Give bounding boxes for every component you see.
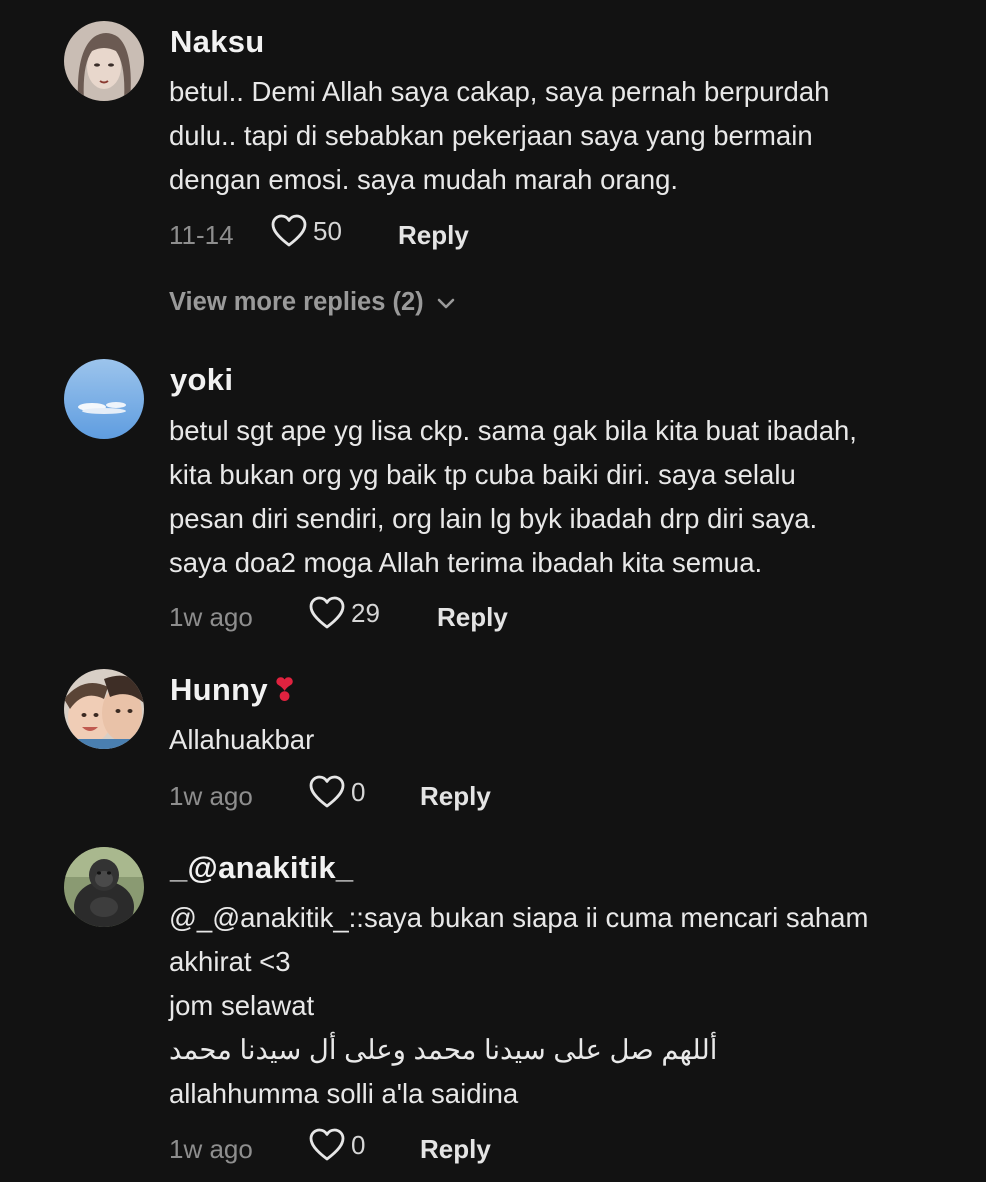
comment-date: 1w ago: [169, 1134, 253, 1164]
username-text: Hunny: [170, 672, 268, 707]
username[interactable]: _@anakitik_: [170, 850, 353, 886]
comment-line: jom selawat: [169, 990, 315, 1021]
comment-date: 1w ago: [169, 602, 253, 632]
avatar[interactable]: [64, 21, 144, 101]
comment-line-arabic: أللهم صل على سيدنا محمد وعلى أل سيدنا مح…: [169, 1028, 969, 1072]
like-count: 0: [351, 1129, 366, 1160]
avatar[interactable]: [64, 359, 144, 439]
comment-line: allahhumma solli a'la saidina: [169, 1078, 519, 1109]
comment-line: dengan emosi. saya mudah marah orang.: [169, 164, 679, 195]
heart-outline-icon: [309, 1128, 345, 1162]
comment-text: Allahuakbar: [169, 718, 969, 762]
reply-button[interactable]: Reply: [398, 220, 469, 251]
avatar[interactable]: [64, 669, 144, 749]
view-more-replies-button[interactable]: View more replies (2): [169, 288, 456, 317]
view-more-replies-label: View more replies (2): [169, 288, 424, 316]
comment-text: @_@anakitik_::saya bukan siapa ii cuma m…: [169, 896, 969, 1116]
comment-line: Allahuakbar: [169, 724, 315, 755]
comment-date: 1w ago: [169, 781, 253, 811]
comment-text: betul.. Demi Allah saya cakap, saya pern…: [169, 70, 969, 202]
heart-outline-icon: [309, 596, 345, 630]
comment-date: 11-14: [169, 220, 234, 250]
comment-line: pesan diri sendiri, org lain lg byk ibad…: [169, 503, 818, 534]
arabic-text: أللهم صل على سيدنا محمد وعلى أل سيدنا مح…: [169, 1034, 718, 1065]
reply-button[interactable]: Reply: [437, 602, 508, 633]
comment-line: betul sgt ape yg lisa ckp. sama gak bila…: [169, 415, 857, 446]
heart-outline-icon: [271, 214, 307, 248]
comment-text: betul sgt ape yg lisa ckp. sama gak bila…: [169, 409, 969, 585]
username[interactable]: yoki: [170, 362, 233, 398]
comment-line: @_@anakitik_::saya bukan siapa ii cuma m…: [169, 902, 869, 933]
comment-line: betul.. Demi Allah saya cakap, saya pern…: [169, 76, 830, 107]
chevron-down-icon: [424, 288, 456, 317]
like-button[interactable]: 0: [309, 1128, 365, 1162]
reply-button[interactable]: Reply: [420, 1134, 491, 1165]
comment-line: dulu.. tapi di sebabkan pekerjaan saya y…: [169, 120, 813, 151]
like-button[interactable]: 0: [309, 775, 365, 809]
like-button[interactable]: 29: [309, 596, 380, 630]
heart-outline-icon: [309, 775, 345, 809]
avatar[interactable]: [64, 847, 144, 927]
heart-exclamation-emoji: ❣: [271, 674, 298, 707]
comment-line: akhirat <3: [169, 946, 291, 977]
comment-line: saya doa2 moga Allah terima ibadah kita …: [169, 547, 763, 578]
like-count: 50: [313, 215, 342, 246]
like-button[interactable]: 50: [271, 214, 342, 248]
username[interactable]: Naksu: [170, 24, 265, 60]
comment-line: kita bukan org yg baik tp cuba baiki dir…: [169, 459, 796, 490]
like-count: 29: [351, 597, 380, 628]
like-count: 0: [351, 776, 366, 807]
username[interactable]: Hunny ❣: [170, 672, 297, 708]
reply-button[interactable]: Reply: [420, 781, 491, 812]
